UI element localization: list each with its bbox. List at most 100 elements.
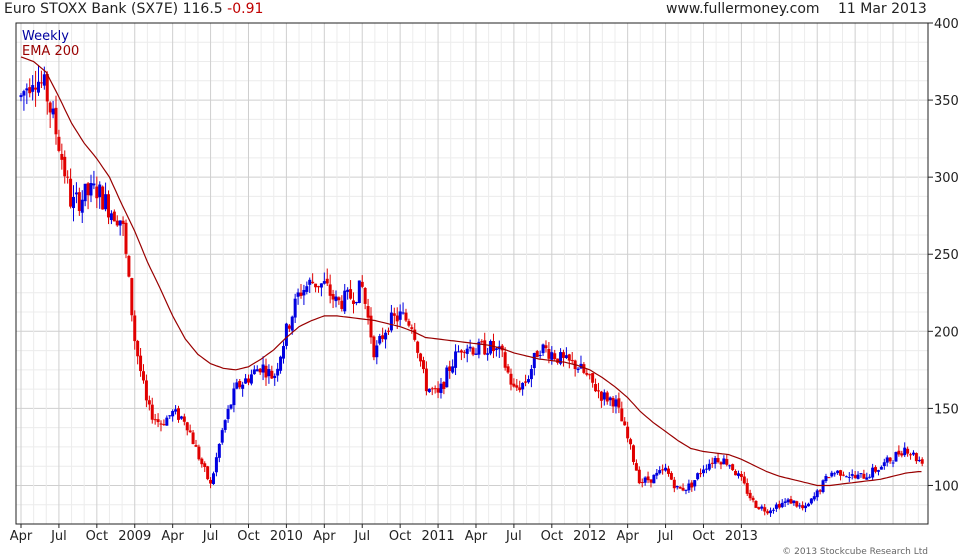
candle-body bbox=[445, 367, 449, 388]
x-tick-label: Jul bbox=[50, 529, 67, 544]
candle-body bbox=[809, 498, 813, 504]
candle-body bbox=[699, 473, 703, 475]
candle-body bbox=[564, 355, 568, 359]
candle-body bbox=[448, 366, 452, 371]
candle-body bbox=[707, 463, 711, 470]
candle-body bbox=[69, 178, 73, 207]
candle-body bbox=[821, 480, 825, 493]
candle-body bbox=[815, 490, 819, 498]
candle-body bbox=[287, 325, 291, 329]
candle-body bbox=[165, 417, 169, 426]
y-tick-label: 400 bbox=[934, 17, 959, 32]
candle-body bbox=[874, 467, 878, 472]
candlestick-chart: 100 150 200 250 300 350 400 Apr Jul Oct 2009 Apr Jul… bbox=[10, 17, 959, 557]
candle-body bbox=[856, 474, 860, 479]
candle-body bbox=[112, 211, 116, 222]
candle-body bbox=[716, 458, 720, 463]
candle-body bbox=[28, 87, 32, 94]
candle-body bbox=[801, 505, 805, 509]
candle-body bbox=[515, 385, 519, 388]
candle-body bbox=[206, 466, 210, 480]
candle-body bbox=[882, 462, 886, 467]
candle-body bbox=[442, 381, 446, 389]
candle-body bbox=[389, 312, 393, 331]
candle-body bbox=[340, 300, 344, 309]
candle-body bbox=[147, 400, 151, 405]
candle-body bbox=[45, 73, 49, 102]
candle-body bbox=[325, 278, 329, 284]
candle-body bbox=[585, 372, 589, 375]
candle-body bbox=[576, 368, 580, 371]
candle-body bbox=[871, 467, 875, 478]
candle-body bbox=[591, 373, 595, 383]
candle-body bbox=[451, 366, 455, 373]
candle-body bbox=[281, 346, 285, 359]
candle-body bbox=[322, 281, 326, 284]
legend-period: Weekly bbox=[22, 29, 69, 44]
candle-body bbox=[276, 368, 280, 376]
candle-body bbox=[704, 468, 708, 470]
candle-body bbox=[751, 497, 755, 501]
candle-body bbox=[605, 392, 609, 402]
candle-body bbox=[734, 470, 738, 476]
candle-body bbox=[538, 354, 542, 356]
candle-body bbox=[824, 476, 828, 482]
candle-body bbox=[731, 464, 735, 471]
candle-body bbox=[524, 381, 528, 383]
x-tick-label: Oct bbox=[389, 529, 411, 544]
candle-body bbox=[701, 469, 705, 474]
candle-body bbox=[305, 286, 309, 292]
candle-body bbox=[220, 430, 224, 443]
candle-body bbox=[626, 426, 630, 439]
candle-body bbox=[649, 479, 653, 483]
candle-body bbox=[109, 213, 113, 221]
candle-body bbox=[672, 479, 676, 489]
candle-body bbox=[244, 378, 248, 384]
candle-body bbox=[742, 476, 746, 484]
candle-body bbox=[862, 473, 866, 479]
candle-body bbox=[509, 373, 513, 385]
candle-body bbox=[547, 348, 551, 359]
candle-body bbox=[159, 423, 163, 425]
candle-body bbox=[264, 365, 268, 378]
candle-body bbox=[666, 468, 670, 474]
candle-body bbox=[710, 462, 714, 464]
candle-body bbox=[818, 490, 822, 492]
candle-body bbox=[39, 82, 43, 84]
candle-body bbox=[588, 374, 592, 376]
candle-body bbox=[602, 392, 606, 400]
candle-body bbox=[156, 419, 160, 423]
candle-body bbox=[841, 474, 845, 476]
candle-body bbox=[258, 368, 262, 373]
candle-body bbox=[273, 375, 277, 378]
candle-body bbox=[34, 87, 38, 90]
candle-body bbox=[783, 501, 787, 503]
candle-body bbox=[71, 196, 75, 209]
candle-body bbox=[561, 352, 565, 358]
candle-body bbox=[885, 457, 889, 463]
candle-body bbox=[483, 340, 487, 355]
candle-body bbox=[748, 492, 752, 499]
candle-body bbox=[661, 469, 665, 471]
candle-body bbox=[144, 380, 148, 401]
candle-body bbox=[226, 408, 230, 420]
candle-body bbox=[795, 501, 799, 507]
candle-body bbox=[424, 368, 428, 392]
candle-body bbox=[646, 476, 650, 481]
x-tick-label: Apr bbox=[161, 529, 184, 544]
candle-body bbox=[270, 370, 274, 379]
y-tick-label: 250 bbox=[934, 248, 959, 263]
candle-body bbox=[798, 505, 802, 507]
candle-body bbox=[209, 479, 213, 484]
candle-body bbox=[372, 336, 376, 358]
candle-body bbox=[771, 509, 775, 511]
candle-body bbox=[182, 416, 186, 422]
candle-body bbox=[54, 107, 58, 135]
candle-body bbox=[150, 404, 154, 420]
candle-body bbox=[812, 496, 816, 500]
candle-body bbox=[570, 359, 574, 361]
candle-body bbox=[859, 473, 863, 475]
candle-body bbox=[118, 220, 122, 226]
candle-body bbox=[454, 351, 458, 368]
candle-body bbox=[769, 510, 773, 514]
